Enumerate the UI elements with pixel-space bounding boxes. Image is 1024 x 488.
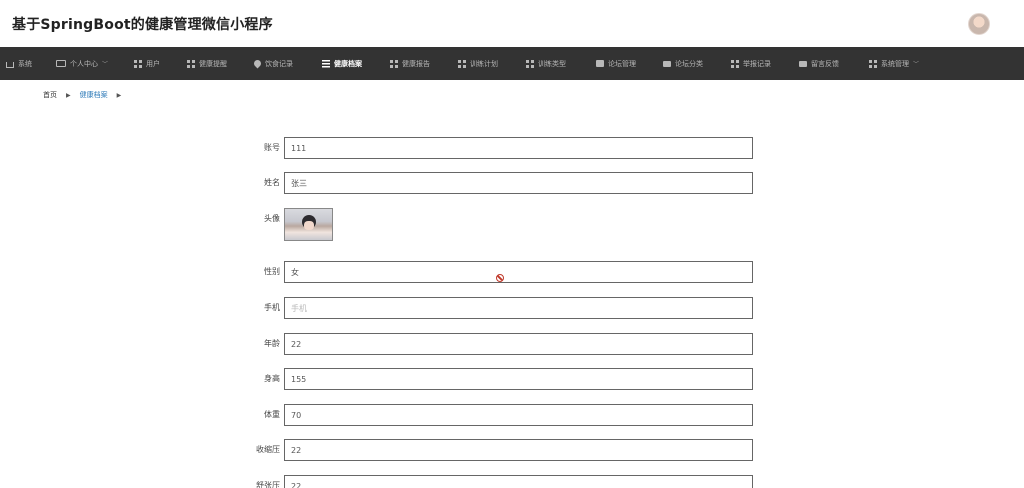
form-row-weight: 体重 — [0, 404, 1024, 426]
nav-item-training-plan[interactable]: 训练计划 — [458, 47, 526, 80]
nav-item-label: 论坛分类 — [675, 59, 703, 68]
nav-item-label: 健康报告 — [402, 59, 430, 68]
height-input[interactable] — [284, 368, 753, 390]
age-label: 年龄 — [264, 339, 280, 348]
top-nav: 系统 个人中心 ﹀ 用户 健康提醒 饮食记录 健康档案 健康报告 训练计划 训练… — [0, 47, 1024, 80]
chat-icon — [663, 60, 671, 67]
nav-item-label: 系统管理 — [881, 59, 909, 68]
app-title: 基于SpringBoot的健康管理微信小程序 — [12, 16, 273, 33]
gender-input[interactable] — [284, 261, 753, 283]
form-row-systolic: 收缩压 — [0, 439, 1024, 461]
account-label: 账号 — [264, 143, 280, 152]
form-row-account: 账号 — [0, 137, 1024, 159]
box-icon — [596, 60, 604, 67]
diastolic-input[interactable] — [284, 475, 753, 488]
nav-item-personal-center[interactable]: 个人中心 ﹀ — [56, 47, 134, 80]
nav-item-health-archive[interactable]: 健康档案 — [322, 47, 390, 80]
form-row-name: 姓名 — [0, 172, 1024, 194]
age-input[interactable] — [284, 333, 753, 355]
nav-item-label: 训练类型 — [538, 59, 566, 68]
nav-item-label: 个人中心 — [70, 59, 98, 68]
nav-item-training-type[interactable]: 训练类型 — [526, 47, 596, 80]
breadcrumb-home[interactable]: 首页 — [43, 90, 57, 100]
chevron-right-icon: ▶ — [66, 91, 71, 99]
user-avatar[interactable] — [968, 12, 990, 35]
account-input[interactable] — [284, 137, 753, 159]
nav-item-label: 健康档案 — [334, 59, 362, 68]
systolic-label: 收缩压 — [256, 445, 280, 454]
grid-icon — [526, 59, 534, 68]
breadcrumb: 首页 ▶ 健康档案 ▶ — [43, 90, 130, 100]
nav-item-health-reminder[interactable]: 健康提醒 — [187, 47, 254, 80]
app-header: 基于SpringBoot的健康管理微信小程序 — [0, 0, 1024, 47]
form-row-phone: 手机 — [0, 297, 1024, 319]
form-row-height: 身高 — [0, 368, 1024, 390]
pin-icon — [252, 58, 263, 69]
avatar-label: 头像 — [264, 214, 280, 223]
list-icon — [322, 59, 330, 68]
nav-item-report-records[interactable]: 举报记录 — [731, 47, 799, 80]
grid-icon — [134, 59, 142, 68]
nav-item-health-report[interactable]: 健康报告 — [390, 47, 458, 80]
nav-item-label: 训练计划 — [470, 59, 498, 68]
nav-item-forum-category[interactable]: 论坛分类 — [663, 47, 731, 80]
nav-item-label: 健康提醒 — [199, 59, 227, 68]
chevron-down-icon: ﹀ — [913, 61, 920, 68]
grid-icon — [390, 59, 398, 68]
chat-icon — [799, 60, 807, 67]
phone-input[interactable] — [284, 297, 753, 319]
name-label: 姓名 — [264, 178, 280, 187]
weight-label: 体重 — [264, 410, 280, 419]
nav-item-system-management[interactable]: 系统管理 ﹀ — [869, 47, 939, 80]
weight-input[interactable] — [284, 404, 753, 426]
nav-item-system[interactable]: 系统 — [6, 47, 56, 80]
nav-item-label: 系统 — [18, 59, 32, 68]
card-icon — [56, 60, 66, 67]
nav-item-label: 留言反馈 — [811, 59, 839, 68]
breadcrumb-current[interactable]: 健康档案 — [80, 90, 108, 100]
nav-item-label: 用户 — [146, 59, 160, 68]
nav-item-forum-management[interactable]: 论坛管理 — [596, 47, 663, 80]
form-row-gender: 性别 — [0, 261, 1024, 283]
grid-icon — [187, 59, 195, 68]
gender-label: 性别 — [264, 267, 280, 276]
home-icon — [6, 61, 14, 68]
systolic-input[interactable] — [284, 439, 753, 461]
nav-item-users[interactable]: 用户 — [134, 47, 187, 80]
height-label: 身高 — [264, 374, 280, 383]
nav-item-diet-record[interactable]: 饮食记录 — [252, 47, 322, 80]
chevron-down-icon: ﹀ — [102, 61, 109, 68]
form-row-diastolic: 舒张压 — [0, 475, 1024, 488]
nav-item-label: 举报记录 — [743, 59, 771, 68]
avatar-image[interactable] — [284, 208, 333, 241]
form-row-avatar: 头像 — [0, 208, 1024, 241]
grid-icon — [458, 59, 466, 68]
phone-label: 手机 — [264, 303, 280, 312]
form-row-age: 年龄 — [0, 333, 1024, 355]
nav-item-label: 论坛管理 — [608, 59, 636, 68]
grid-icon — [869, 59, 877, 68]
diastolic-label: 舒张压 — [256, 481, 280, 488]
nav-item-label: 饮食记录 — [265, 59, 293, 68]
name-input[interactable] — [284, 172, 753, 194]
grid-icon — [731, 59, 739, 68]
not-allowed-cursor-icon — [496, 274, 504, 282]
nav-item-feedback[interactable]: 留言反馈 — [799, 47, 869, 80]
chevron-right-icon: ▶ — [116, 91, 122, 99]
